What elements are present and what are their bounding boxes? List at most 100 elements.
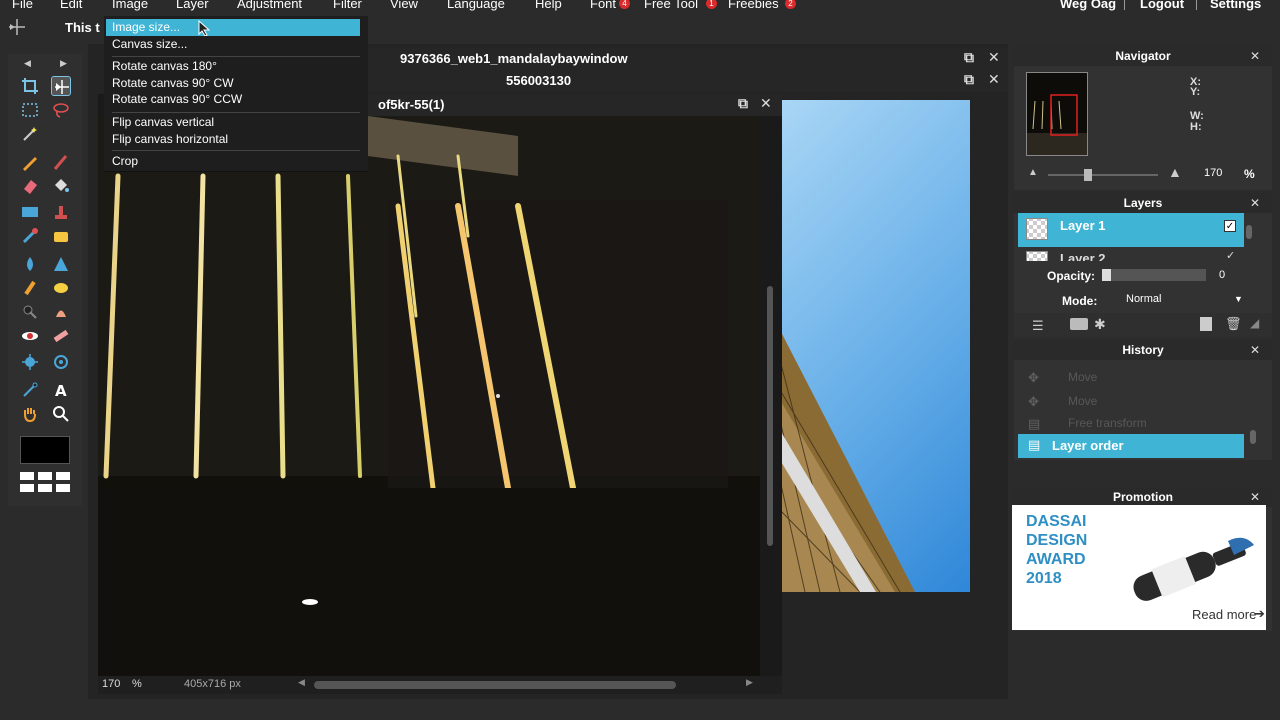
history-scrollbar-thumb[interactable] — [1250, 430, 1256, 444]
document-tab-3[interactable]: of5kr-55(1) ⧉ ✕ — [368, 94, 782, 116]
document-tab-2[interactable]: 556003130 ⧉ ✕ — [368, 70, 1008, 92]
collapse-left-icon[interactable]: ◀ — [24, 58, 31, 69]
vertical-scrollbar[interactable] — [764, 116, 776, 676]
close-icon[interactable]: ✕ — [1250, 193, 1260, 213]
blur-tool-icon[interactable] — [20, 254, 40, 274]
history-item[interactable]: ✥ Move — [1028, 392, 1248, 412]
menu-item-canvas-size[interactable]: Canvas size... — [112, 37, 187, 51]
close-icon[interactable]: ✕ — [988, 49, 1000, 66]
marquee-tool-icon[interactable] — [20, 100, 40, 120]
menu-item-image-size[interactable]: Image size... — [112, 20, 180, 34]
layer-row[interactable]: Layer 2 ✓ — [1018, 249, 1244, 261]
menu-language[interactable]: Language — [447, 0, 505, 11]
navigator-thumbnail[interactable] — [1026, 72, 1088, 156]
blend-mode-select[interactable]: Normal ▼ — [1122, 291, 1248, 309]
smudge-tool-icon[interactable] — [20, 278, 40, 298]
menu-file[interactable]: File — [12, 0, 33, 11]
restore-icon[interactable]: ⧉ — [964, 71, 974, 88]
dodge-tool-icon[interactable] — [20, 302, 40, 322]
layer-mask-icon[interactable] — [1070, 318, 1088, 330]
history-item[interactable]: ▤ Free transform — [1028, 414, 1248, 434]
read-more-link[interactable]: Read more — [1192, 607, 1256, 622]
bloat-tool-icon[interactable] — [51, 326, 71, 346]
burn-tool-icon[interactable] — [51, 302, 71, 322]
close-icon[interactable]: ✕ — [988, 71, 1000, 88]
menu-item-rotate-90-cw[interactable]: Rotate canvas 90° CW — [112, 76, 234, 90]
menu-font[interactable]: Font — [590, 0, 616, 11]
menu-filter[interactable]: Filter — [333, 0, 362, 11]
scrollbar-thumb[interactable] — [767, 286, 773, 546]
opacity-slider[interactable] — [1102, 269, 1206, 281]
opacity-slider-handle[interactable] — [1102, 269, 1111, 281]
magic-wand-icon[interactable] — [20, 124, 40, 144]
trash-icon[interactable]: 🗑 — [1225, 316, 1242, 332]
bucket-tool-icon[interactable] — [51, 176, 71, 196]
zoom-slider-handle[interactable] — [1084, 169, 1092, 181]
close-icon[interactable]: ✕ — [1250, 46, 1260, 66]
promotion-ad[interactable]: DASSAI DESIGN AWARD 2018 Read more ➔ — [1012, 505, 1266, 630]
menu-layer[interactable]: Layer — [176, 0, 209, 11]
menu-freebies[interactable]: Freebies — [728, 0, 779, 11]
new-layer-icon[interactable] — [1200, 317, 1212, 331]
menu-item-rotate-180[interactable]: Rotate canvas 180° — [112, 59, 217, 73]
lasso-tool-icon[interactable] — [51, 100, 71, 120]
layer-name[interactable]: Layer 2 — [1060, 251, 1106, 261]
drawing-tool-icon[interactable] — [51, 226, 71, 246]
menu-help[interactable]: Help — [535, 0, 562, 11]
history-item[interactable]: ✥ Move — [1028, 368, 1248, 388]
layer-name[interactable]: Layer 1 — [1060, 218, 1106, 233]
layers-scrollbar-thumb[interactable] — [1246, 225, 1252, 239]
menu-adjustment[interactable]: Adjustment — [237, 0, 302, 11]
spot-heal-tool-icon[interactable] — [20, 352, 40, 372]
layer-row-selected[interactable]: Layer 1 ✓ — [1018, 213, 1244, 247]
move-tool-icon[interactable] — [51, 76, 71, 96]
hand-tool-icon[interactable] — [20, 404, 40, 424]
close-icon[interactable]: ✕ — [1250, 340, 1260, 360]
brush-tool-icon[interactable] — [51, 152, 71, 172]
menu-free-tool[interactable]: Free Tool — [644, 0, 698, 11]
close-icon[interactable]: ✕ — [760, 95, 772, 112]
document-tab-1[interactable]: 9376366_web1_mandalaybaywindow ⧉ ✕ — [368, 48, 1008, 70]
close-icon[interactable]: ✕ — [1250, 487, 1260, 507]
restore-icon[interactable]: ⧉ — [964, 49, 974, 66]
color-swatch[interactable] — [20, 436, 70, 464]
pencil-tool-icon[interactable] — [20, 152, 40, 172]
eraser-tool-icon[interactable] — [20, 176, 40, 196]
crop-tool-icon[interactable] — [20, 76, 40, 96]
horizontal-scrollbar-thumb[interactable] — [314, 681, 676, 689]
menu-view[interactable]: View — [390, 0, 418, 11]
zoom-out-icon[interactable]: ▲ — [1028, 167, 1038, 178]
layer-visibility-checkbox[interactable]: ✓ — [1224, 220, 1236, 232]
menu-item-crop[interactable]: Crop — [112, 154, 138, 168]
sharpen-tool-icon[interactable] — [51, 254, 71, 274]
zoom-slider[interactable] — [1048, 169, 1158, 181]
layer-effects-icon[interactable]: ✱ — [1094, 316, 1106, 333]
resize-grip-icon[interactable]: ◢ — [1250, 316, 1259, 330]
menu-item-flip-vertical[interactable]: Flip canvas vertical — [112, 115, 214, 129]
user-link[interactable]: Weg Oag — [1060, 0, 1116, 11]
zoom-value[interactable]: 170 — [102, 678, 120, 690]
stamp-tool-icon[interactable] — [51, 202, 71, 222]
layer-visibility-check-icon[interactable]: ✓ — [1226, 249, 1235, 261]
history-item-selected[interactable]: ▤ Layer order — [1018, 434, 1244, 458]
grid-view-icon[interactable] — [20, 472, 70, 494]
collapse-right-icon[interactable]: ▶ — [60, 58, 67, 69]
menu-edit[interactable]: Edit — [60, 0, 82, 11]
restore-icon[interactable]: ⧉ — [738, 95, 748, 112]
logout-link[interactable]: Logout — [1140, 0, 1184, 11]
color-replace-icon[interactable] — [20, 226, 40, 246]
opacity-value[interactable]: 0 — [1219, 269, 1225, 281]
menu-item-rotate-90-ccw[interactable]: Rotate canvas 90° CCW — [112, 92, 242, 106]
navigator-zoom-value[interactable]: 170 — [1204, 167, 1222, 179]
canvas-image[interactable] — [98, 116, 760, 676]
gradient-tool-icon[interactable] — [20, 202, 40, 222]
text-tool-icon[interactable]: A — [51, 380, 71, 400]
red-eye-tool-icon[interactable] — [20, 326, 40, 346]
menu-image[interactable]: Image — [112, 0, 148, 11]
scroll-left-icon[interactable]: ◀ — [298, 677, 305, 688]
scroll-right-icon[interactable]: ▶ — [746, 677, 753, 688]
color-picker-icon[interactable] — [20, 380, 40, 400]
pinch-tool-icon[interactable] — [51, 352, 71, 372]
zoom-tool-icon[interactable] — [51, 404, 71, 424]
zoom-in-icon[interactable]: ▲ — [1168, 164, 1182, 180]
